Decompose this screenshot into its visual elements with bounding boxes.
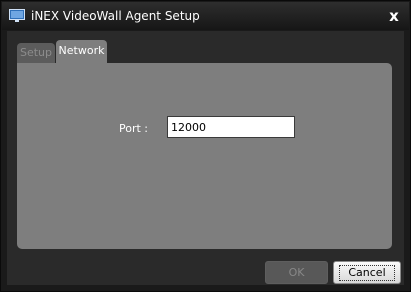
window-title: iNEX VideoWall Agent Setup xyxy=(31,9,200,23)
monitor-icon xyxy=(9,9,25,22)
title-bar[interactable]: iNEX VideoWall Agent Setup x xyxy=(2,2,409,30)
port-input[interactable] xyxy=(167,116,295,138)
tab-network[interactable]: Network xyxy=(56,40,107,65)
cancel-button-label: Cancel xyxy=(339,265,395,281)
ok-button[interactable]: OK xyxy=(265,261,328,284)
close-button[interactable]: x xyxy=(386,7,402,25)
cancel-button[interactable]: Cancel xyxy=(333,261,401,284)
port-label: Port : xyxy=(119,122,149,135)
setup-dialog-window: iNEX VideoWall Agent Setup x Setup Port … xyxy=(0,0,411,292)
dialog-body: Setup Port : Network OK Cancel xyxy=(7,31,404,285)
network-tab-panel: Port : xyxy=(17,63,392,249)
tab-setup[interactable]: Setup xyxy=(17,43,55,65)
